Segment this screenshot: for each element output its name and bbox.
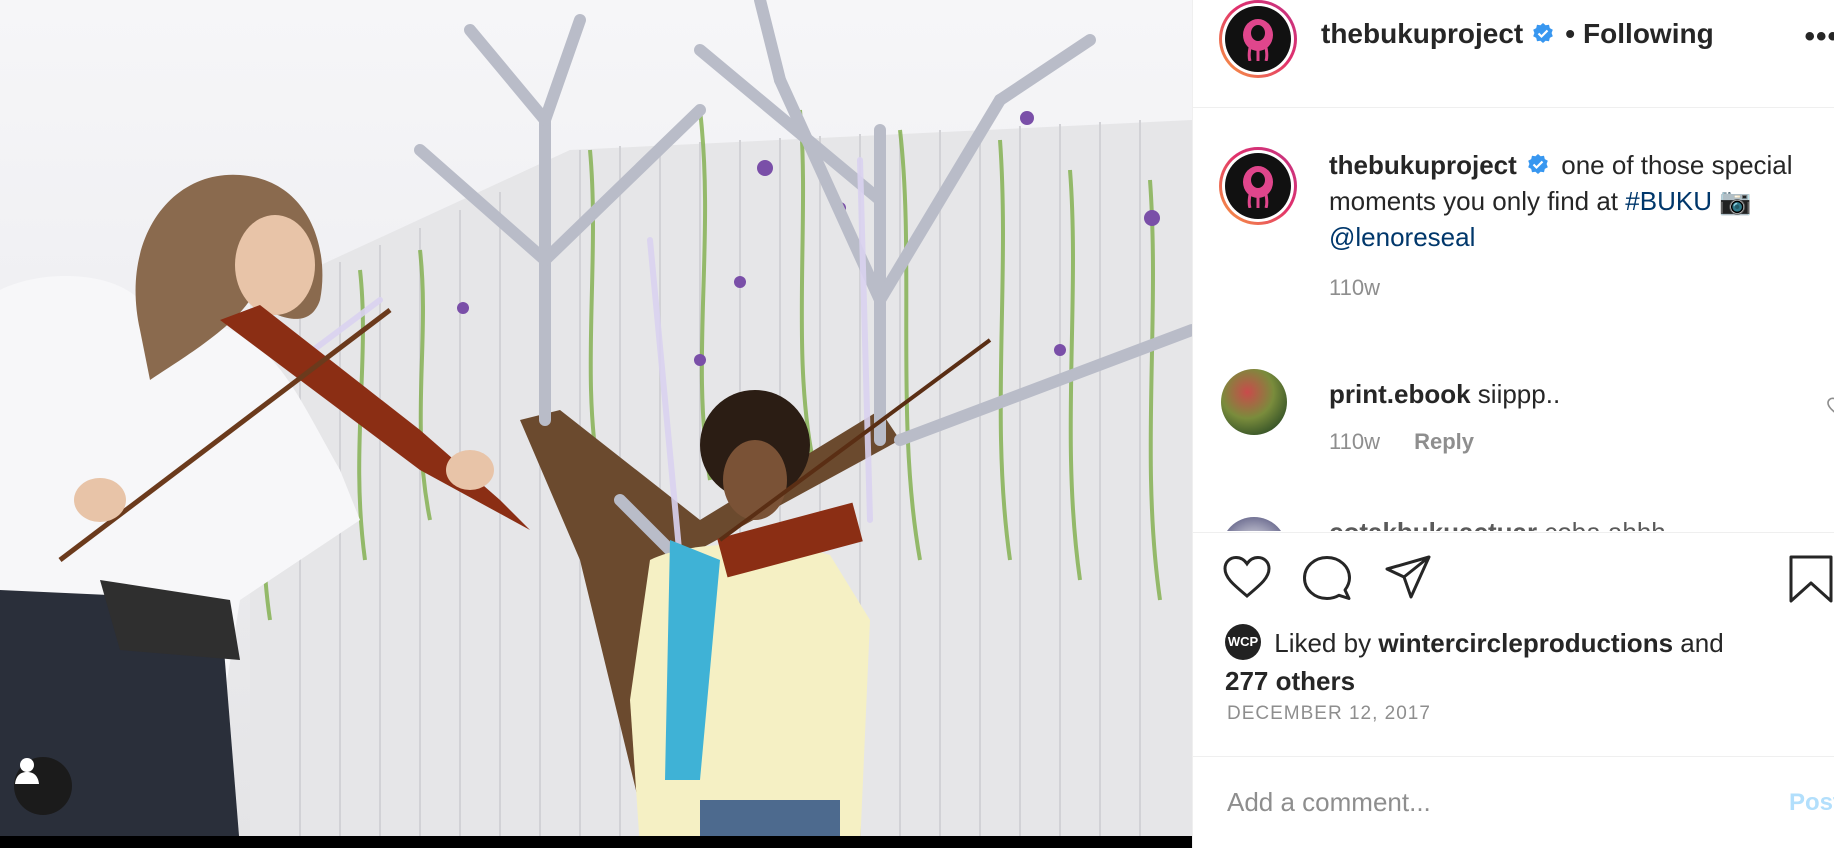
post-sidebar: thebukuproject • Following ••• bbox=[1192, 0, 1834, 848]
likes-summary: WCP Liked by wintercircleproductions and… bbox=[1225, 624, 1825, 699]
paper-plane-icon[interactable] bbox=[1385, 555, 1431, 601]
likes-count-link[interactable]: 277 others bbox=[1225, 666, 1355, 696]
more-options-button[interactable]: ••• bbox=[1804, 20, 1834, 54]
author-avatar[interactable] bbox=[1219, 0, 1297, 78]
caption-username[interactable]: thebukuproject bbox=[1329, 150, 1517, 180]
photo-bottom-bar bbox=[0, 836, 1192, 848]
comment-heart-icon[interactable] bbox=[1827, 397, 1834, 417]
likes-prefix: Liked by bbox=[1274, 628, 1372, 658]
camera-emoji: 📷 bbox=[1719, 186, 1752, 216]
speech-bubble-icon[interactable] bbox=[1303, 555, 1351, 601]
comment-input[interactable] bbox=[1227, 787, 1707, 818]
liker-username[interactable]: wintercircleproductions bbox=[1378, 628, 1673, 658]
comment-text: print.ebook siippp.. bbox=[1329, 379, 1560, 410]
post-photo-illustration bbox=[0, 0, 1192, 848]
author-username[interactable]: thebukuproject bbox=[1321, 18, 1523, 50]
post-header: thebukuproject • Following ••• bbox=[1193, 0, 1834, 108]
caption-avatar[interactable] bbox=[1219, 147, 1297, 225]
user-tag-icon bbox=[15, 758, 39, 784]
comment-meta: 110w Reply bbox=[1329, 429, 1474, 455]
bookmark-icon[interactable] bbox=[1789, 555, 1833, 603]
post-date[interactable]: DECEMBER 12, 2017 bbox=[1227, 703, 1431, 725]
add-comment-section: Post bbox=[1193, 756, 1834, 848]
verified-badge-icon bbox=[1533, 23, 1554, 43]
commenter-avatar[interactable] bbox=[1221, 369, 1287, 435]
commenter-avatar[interactable] bbox=[1221, 517, 1287, 531]
liker-avatar[interactable]: WCP bbox=[1225, 624, 1261, 661]
post-comment-button[interactable]: Post bbox=[1789, 789, 1834, 817]
user-tag-button[interactable] bbox=[14, 757, 72, 815]
heart-icon[interactable] bbox=[1223, 555, 1271, 599]
comment-body: siippp.. bbox=[1477, 379, 1561, 409]
buku-logo-icon bbox=[1243, 166, 1273, 208]
post-photo[interactable] bbox=[0, 0, 1192, 848]
reply-button[interactable]: Reply bbox=[1414, 429, 1474, 454]
comment-timestamp[interactable]: 110w bbox=[1329, 429, 1380, 454]
comment-body: coba ahhh bbox=[1544, 517, 1665, 531]
likes-conjunction: and bbox=[1680, 628, 1724, 658]
commenter-username[interactable]: cotakbukuactuar bbox=[1329, 517, 1537, 531]
verified-badge-icon bbox=[1528, 154, 1548, 174]
following-button[interactable]: Following bbox=[1583, 18, 1714, 50]
caption-text: thebukuproject one of those special mome… bbox=[1329, 147, 1834, 255]
post-actions: WCP Liked by wintercircleproductions and… bbox=[1193, 532, 1834, 756]
comments-list[interactable]: thebukuproject one of those special mome… bbox=[1193, 109, 1834, 531]
hashtag-link[interactable]: #BUKU bbox=[1625, 186, 1712, 216]
header-user-line: thebukuproject • Following bbox=[1321, 18, 1714, 50]
commenter-username[interactable]: print.ebook bbox=[1329, 379, 1471, 409]
comment-item: cotakbukuactuar coba ahhh bbox=[1221, 507, 1834, 531]
mention-link[interactable]: @lenoreseal bbox=[1329, 222, 1475, 252]
header-separator: • bbox=[1565, 18, 1576, 49]
comment-text: cotakbukuactuar coba ahhh bbox=[1329, 517, 1666, 531]
buku-logo-icon bbox=[1243, 19, 1273, 61]
caption-timestamp[interactable]: 110w bbox=[1329, 275, 1380, 301]
